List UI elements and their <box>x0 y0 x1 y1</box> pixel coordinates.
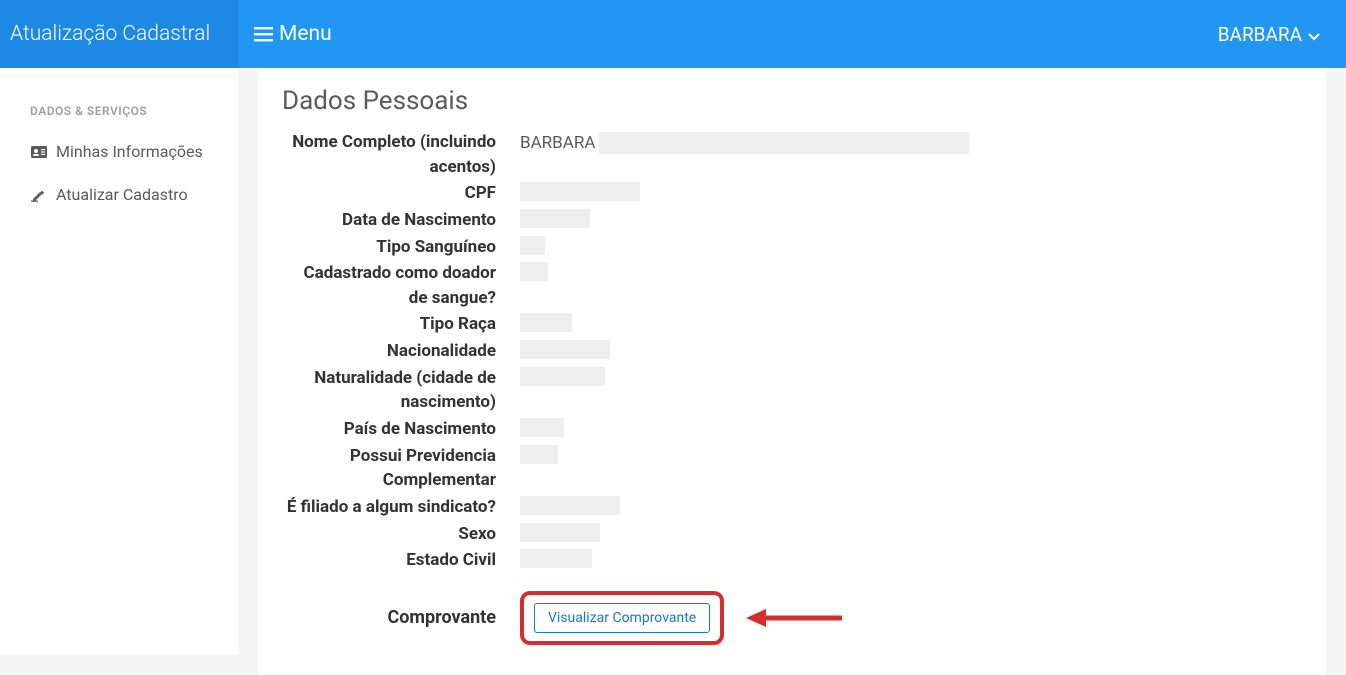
field-value <box>520 181 640 201</box>
field-value <box>520 312 572 332</box>
field-label: Sexo <box>282 522 520 547</box>
field-cpf: CPF <box>282 181 1302 206</box>
annotation-highlight-box: Visualizar Comprovante <box>520 591 724 645</box>
menu-label: Menu <box>279 22 332 46</box>
topbar: Atualização Cadastral Menu BARBARA <box>0 0 1346 68</box>
redacted-value <box>520 236 545 255</box>
field-label: Nacionalidade <box>282 339 520 364</box>
field-value <box>520 261 548 281</box>
field-label: CPF <box>282 181 520 206</box>
field-tipo-sanguineo: Tipo Sanguíneo <box>282 235 1302 260</box>
hamburger-icon <box>254 27 273 42</box>
field-label: Naturalidade (cidade de nascimento) <box>282 366 520 415</box>
field-label: É filiado a algum sindicato? <box>282 495 520 520</box>
field-comprovante: Comprovante Visualizar Comprovante <box>282 591 1302 645</box>
field-label: País de Nascimento <box>282 417 520 442</box>
field-data-nascimento: Data de Nascimento <box>282 208 1302 233</box>
sidebar-item-label: Atualizar Cadastro <box>56 185 188 204</box>
redacted-value <box>520 445 558 464</box>
field-estado-civil: Estado Civil <box>282 548 1302 573</box>
nome-value-text: BARBARA <box>520 131 595 156</box>
visualizar-comprovante-button[interactable]: Visualizar Comprovante <box>534 603 710 633</box>
user-name: BARBARA <box>1218 23 1302 46</box>
id-card-icon <box>30 146 48 158</box>
field-label: Comprovante <box>282 607 520 628</box>
field-label: Nome Completo (incluindo acentos) <box>282 130 520 179</box>
field-value <box>520 235 545 255</box>
redacted-value <box>520 182 640 201</box>
brand-title[interactable]: Atualização Cadastral <box>0 0 238 68</box>
redacted-value <box>520 367 605 386</box>
field-value <box>520 495 620 515</box>
field-value <box>520 444 558 464</box>
field-label: Cadastrado como doador de sangue? <box>282 261 520 310</box>
redacted-value <box>520 549 592 568</box>
edit-icon <box>30 188 48 202</box>
field-nome-completo: Nome Completo (incluindo acentos) BARBAR… <box>282 130 1302 179</box>
sidebar-item-minhas-informacoes[interactable]: Minhas Informações <box>0 130 238 173</box>
field-label: Tipo Sanguíneo <box>282 235 520 260</box>
sidebar-item-label: Minhas Informações <box>56 142 203 161</box>
field-value: BARBARA <box>520 130 969 156</box>
field-value <box>520 548 592 568</box>
field-value <box>520 417 564 437</box>
field-pais-nascimento: País de Nascimento <box>282 417 1302 442</box>
field-label: Data de Nascimento <box>282 208 520 233</box>
content-wrap: Dados Pessoais Nome Completo (incluindo … <box>238 68 1346 655</box>
field-naturalidade: Naturalidade (cidade de nascimento) <box>282 366 1302 415</box>
comprovante-actions: Visualizar Comprovante <box>520 591 844 645</box>
field-tipo-raca: Tipo Raça <box>282 312 1302 337</box>
annotation-arrow-icon <box>744 606 844 630</box>
redacted-value <box>520 523 600 542</box>
field-label: Tipo Raça <box>282 312 520 337</box>
field-label: Possui Previdencia Complementar <box>282 444 520 493</box>
field-label: Estado Civil <box>282 548 520 573</box>
section-title: Dados Pessoais <box>282 86 1302 116</box>
menu-toggle[interactable]: Menu <box>238 22 332 46</box>
redacted-value <box>520 262 548 281</box>
field-value <box>520 522 600 542</box>
redacted-value <box>520 418 564 437</box>
user-menu[interactable]: BARBARA <box>1218 23 1346 46</box>
content-panel: Dados Pessoais Nome Completo (incluindo … <box>258 68 1326 675</box>
redacted-value <box>520 313 572 332</box>
sidebar-item-atualizar-cadastro[interactable]: Atualizar Cadastro <box>0 173 238 216</box>
field-nacionalidade: Nacionalidade <box>282 339 1302 364</box>
field-value <box>520 339 610 359</box>
field-sexo: Sexo <box>282 522 1302 547</box>
field-value <box>520 208 590 228</box>
caret-down-icon <box>1308 23 1320 46</box>
field-value <box>520 366 605 386</box>
sidebar: DADOS & SERVIÇOS Minhas Informações Atua… <box>0 68 238 655</box>
sidebar-heading: DADOS & SERVIÇOS <box>0 92 238 130</box>
field-doador-sangue: Cadastrado como doador de sangue? <box>282 261 1302 310</box>
field-sindicato: É filiado a algum sindicato? <box>282 495 1302 520</box>
redacted-value <box>599 132 969 154</box>
redacted-value <box>520 340 610 359</box>
redacted-value <box>520 209 590 228</box>
layout: DADOS & SERVIÇOS Minhas Informações Atua… <box>0 68 1346 655</box>
field-previdencia: Possui Previdencia Complementar <box>282 444 1302 493</box>
redacted-value <box>520 496 620 515</box>
